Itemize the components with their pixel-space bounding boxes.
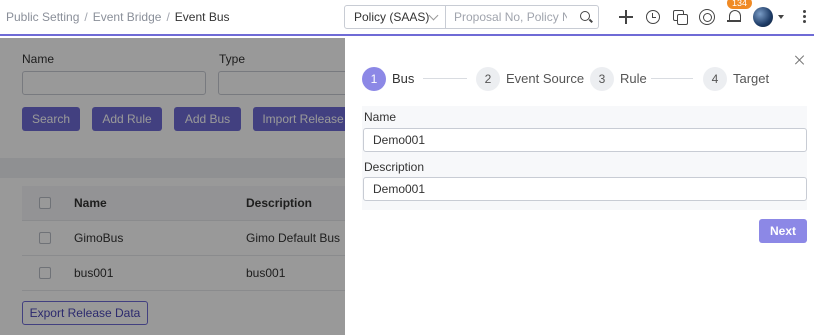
breadcrumb: Public Setting / Event Bridge / Event Bus xyxy=(6,10,230,24)
bus-form: Name Description xyxy=(362,106,807,210)
search-box[interactable] xyxy=(445,5,599,29)
step-number: 3 xyxy=(590,67,614,91)
name-label: Name xyxy=(364,110,397,124)
step-connector xyxy=(651,78,693,79)
step-label: Rule xyxy=(620,71,647,86)
more-vertical-icon[interactable] xyxy=(803,10,806,24)
caret-down-icon[interactable] xyxy=(778,15,784,19)
breadcrumb-item-event-bus: Event Bus xyxy=(174,10,230,24)
avatar[interactable] xyxy=(753,7,773,27)
breadcrumb-item-public-setting[interactable]: Public Setting xyxy=(6,10,79,24)
bell-icon[interactable] xyxy=(727,9,741,24)
copy-icon[interactable] xyxy=(673,10,688,25)
ring-icon[interactable] xyxy=(699,9,715,25)
breadcrumb-separator: / xyxy=(166,10,170,24)
top-header: Public Setting / Event Bridge / Event Bus Po… xyxy=(0,0,814,36)
step-number: 1 xyxy=(362,67,386,91)
clock-icon[interactable] xyxy=(646,10,660,24)
description-label: Description xyxy=(364,160,425,174)
close-icon[interactable] xyxy=(794,54,806,66)
next-button[interactable]: Next xyxy=(759,219,807,243)
step-label: Event Source xyxy=(506,71,585,86)
plus-icon[interactable] xyxy=(618,9,634,25)
breadcrumb-item-event-bridge[interactable]: Event Bridge xyxy=(93,10,162,24)
step-number: 4 xyxy=(703,67,727,91)
policy-select-value: Policy (SAAS) xyxy=(354,10,430,24)
step-label: Target xyxy=(733,71,770,86)
step-number: 2 xyxy=(476,67,500,91)
notification-badge: 134 xyxy=(727,0,752,9)
create-bus-drawer: 1 Bus 2 Event Source 3 Rule 4 Target Nam… xyxy=(345,38,814,335)
chevron-down-icon xyxy=(428,10,439,21)
breadcrumb-separator: / xyxy=(84,10,88,24)
step-connector xyxy=(423,78,467,79)
policy-select[interactable]: Policy (SAAS) xyxy=(344,5,446,29)
search-input[interactable] xyxy=(445,6,567,28)
step-label: Bus xyxy=(392,71,415,86)
name-field[interactable] xyxy=(363,128,807,152)
search-icon[interactable] xyxy=(580,11,590,21)
description-field[interactable] xyxy=(363,177,807,201)
